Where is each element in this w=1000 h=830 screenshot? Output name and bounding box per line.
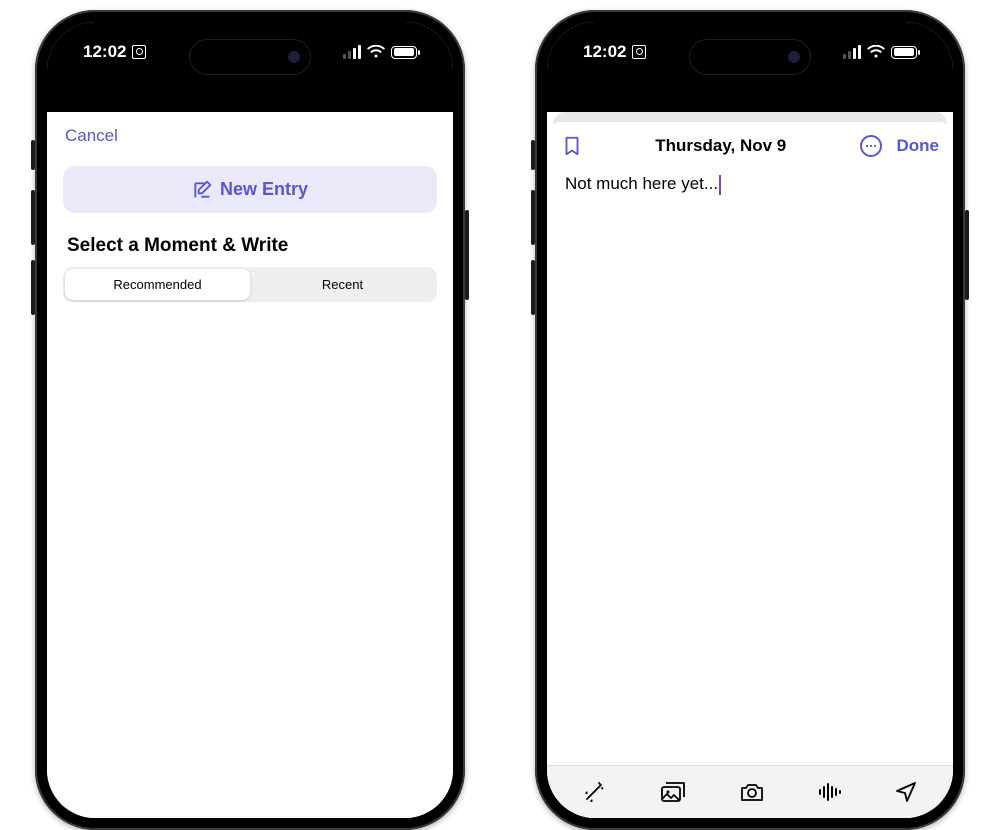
camera-icon	[738, 780, 766, 804]
camera-button[interactable]	[738, 780, 766, 804]
entry-header: Thursday, Nov 9 Done	[547, 122, 953, 170]
photo-library-button[interactable]	[659, 780, 687, 804]
entry-sheet: Thursday, Nov 9 Done Not much here yet..…	[547, 122, 953, 818]
text-caret	[719, 175, 721, 195]
dynamic-island	[190, 40, 310, 74]
audio-button[interactable]	[817, 780, 843, 804]
bookmark-icon	[561, 135, 583, 157]
audio-waveform-icon	[817, 780, 843, 804]
section-title: Select a Moment & Write	[47, 213, 453, 267]
battery-icon	[391, 46, 417, 59]
compose-icon	[192, 180, 212, 200]
magic-wand-button[interactable]	[582, 780, 608, 804]
photo-library-icon	[659, 780, 687, 804]
screen: 12:02 Cancel New Entry Select a Moment &…	[47, 22, 453, 818]
entry-text-area[interactable]: Not much here yet...	[547, 170, 953, 765]
entry-date-title: Thursday, Nov 9	[655, 136, 786, 156]
battery-icon	[891, 46, 917, 59]
side-button	[31, 140, 35, 170]
wifi-icon	[367, 45, 385, 59]
status-bar: 12:02	[547, 22, 953, 112]
location-arrow-icon	[894, 780, 918, 804]
cancel-button[interactable]: Cancel	[65, 126, 118, 145]
side-button	[31, 260, 35, 315]
modal-topbar: Cancel	[47, 112, 453, 156]
status-bar: 12:02	[47, 22, 453, 112]
ellipsis-circle-icon	[859, 134, 883, 158]
side-button	[465, 210, 469, 300]
side-button	[965, 210, 969, 300]
magic-wand-icon	[582, 780, 608, 804]
editor-content: Thursday, Nov 9 Done Not much here yet..…	[547, 112, 953, 818]
more-button[interactable]	[859, 134, 883, 158]
dynamic-island	[690, 40, 810, 74]
location-button[interactable]	[894, 780, 918, 804]
status-time: 12:02	[583, 42, 626, 62]
tab-recommended[interactable]: Recommended	[65, 269, 250, 300]
side-button	[531, 140, 535, 170]
entry-body-text: Not much here yet...	[565, 174, 718, 193]
side-button	[31, 190, 35, 245]
contact-card-icon	[632, 45, 646, 59]
done-button[interactable]: Done	[897, 136, 940, 156]
screen: 12:02 Thursday, Nov 9	[547, 22, 953, 818]
phone-mockup-right: 12:02 Thursday, Nov 9	[535, 10, 965, 830]
phone-mockup-left: 12:02 Cancel New Entry Select a Moment &…	[35, 10, 465, 830]
side-button	[531, 190, 535, 245]
new-entry-label: New Entry	[220, 179, 308, 200]
modal-content: Cancel New Entry Select a Moment & Write…	[47, 112, 453, 818]
status-time: 12:02	[83, 42, 126, 62]
segmented-control: Recommended Recent	[63, 267, 437, 302]
cellular-signal-icon	[843, 45, 861, 59]
wifi-icon	[867, 45, 885, 59]
tab-recent[interactable]: Recent	[250, 269, 435, 300]
bookmark-button[interactable]	[561, 135, 583, 157]
new-entry-button[interactable]: New Entry	[63, 166, 437, 213]
cellular-signal-icon	[343, 45, 361, 59]
contact-card-icon	[132, 45, 146, 59]
editor-toolbar	[547, 765, 953, 818]
side-button	[531, 260, 535, 315]
